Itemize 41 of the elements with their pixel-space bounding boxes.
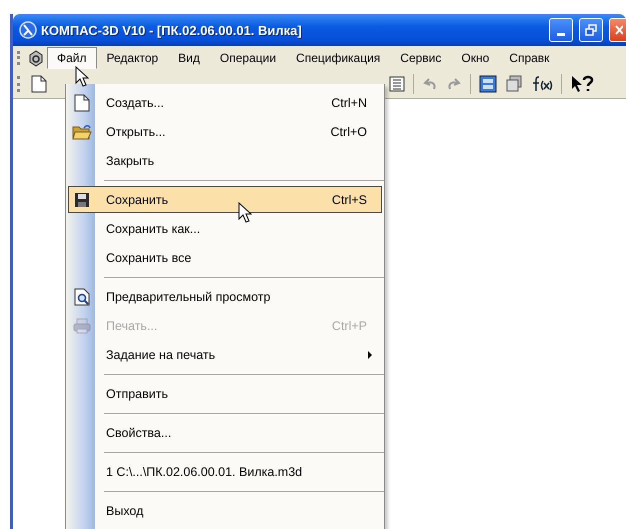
printer-icon [73,318,91,334]
minimize-button[interactable] [549,18,573,42]
new-file-icon [74,94,90,112]
submenu-arrow-icon [368,350,373,358]
folder-icon [72,124,92,140]
menu-item[interactable]: Создать... Ctrl+N [68,89,382,116]
menu-item[interactable]: Спецификация [286,47,390,69]
menu-item[interactable]: Файл [47,47,97,69]
table-icon[interactable] [389,76,405,92]
panel-icon[interactable] [479,75,497,93]
menu-item[interactable]: Открыть... Ctrl+O [68,118,382,145]
menu-item[interactable]: Свойства... [68,419,382,446]
menu-item[interactable]: Сервис [390,47,452,69]
menu-item[interactable]: Закрыть [68,147,382,174]
app-logo-icon [19,21,37,39]
menu-item[interactable]: Операции [210,47,286,69]
function-icon[interactable] [531,75,553,93]
window-title: КОМПАС-3D V10 - [ПК.02.06.00.01. Вилка] [41,22,303,38]
menu-item[interactable]: Справк [499,47,560,69]
menu-item[interactable]: 1 C:\...\ПК.02.06.00.01. Вилка.m3d [68,458,382,485]
menu-item[interactable]: Сохранить все [68,244,382,271]
restore-icon [585,24,597,36]
layers-icon[interactable] [505,75,523,93]
menu-item[interactable]: Редактор [96,47,168,69]
pointer-icon [238,202,252,223]
menu-item[interactable]: Отправить [68,380,382,407]
pointer-icon [75,66,89,87]
menu-item[interactable]: Окно [451,47,500,69]
restore-button[interactable] [579,18,603,42]
menu-item[interactable]: Сохранить как... [68,215,382,242]
menu-item[interactable]: Вид [168,47,210,69]
menu-item[interactable]: Выход [68,497,382,524]
new-file-icon[interactable] [31,75,47,93]
print-preview-icon [74,288,90,306]
close-icon [613,24,623,36]
menu-item[interactable]: Предварительный просмотр [68,283,382,310]
close-button[interactable] [609,18,626,42]
menu-item[interactable]: Задание на печать [68,341,382,368]
minimize-icon [557,32,565,36]
menu-item[interactable]: Сохранить Ctrl+S [68,186,382,213]
help-pointer-icon[interactable] [570,74,594,94]
